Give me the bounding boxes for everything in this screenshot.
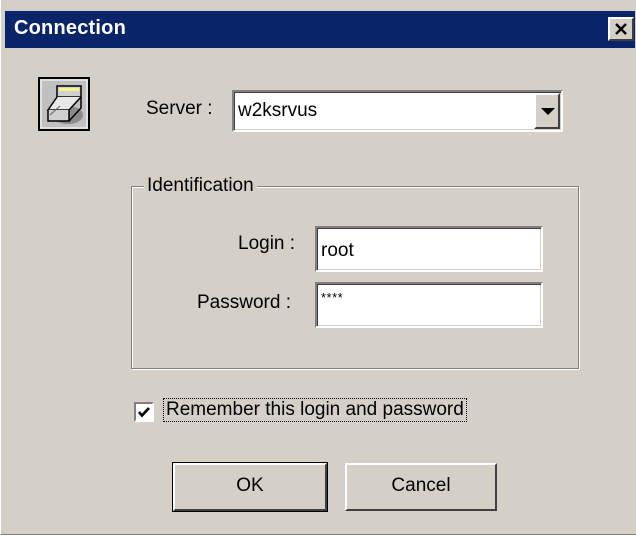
identification-legend: Identification <box>144 175 257 197</box>
checkmark-icon <box>138 407 150 418</box>
cancel-button[interactable]: Cancel <box>345 463 497 511</box>
identification-groupbox <box>131 186 579 369</box>
password-input[interactable]: **** <box>315 282 543 328</box>
remember-label[interactable]: Remember this login and password <box>163 398 467 422</box>
close-button[interactable] <box>608 17 634 41</box>
window-title: Connection <box>14 17 126 39</box>
remember-checkbox[interactable] <box>134 402 154 422</box>
ok-button[interactable]: OK <box>172 462 328 512</box>
password-label: Password : <box>197 292 291 313</box>
server-connection-icon <box>38 77 90 131</box>
server-label: Server : <box>146 98 213 119</box>
login-label: Login : <box>238 233 296 254</box>
login-value: root <box>321 240 354 261</box>
server-dropdown-button[interactable] <box>534 93 560 129</box>
connection-dialog: Connection Server : w2ksrvus Identificat… <box>0 0 636 535</box>
server-combobox[interactable]: w2ksrvus <box>232 90 563 132</box>
login-input[interactable]: root <box>315 226 543 272</box>
server-value: w2ksrvus <box>238 100 318 121</box>
title-bar[interactable]: Connection <box>5 11 635 48</box>
password-value: **** <box>321 290 344 305</box>
close-icon <box>615 23 627 35</box>
chevron-down-icon <box>541 108 555 115</box>
